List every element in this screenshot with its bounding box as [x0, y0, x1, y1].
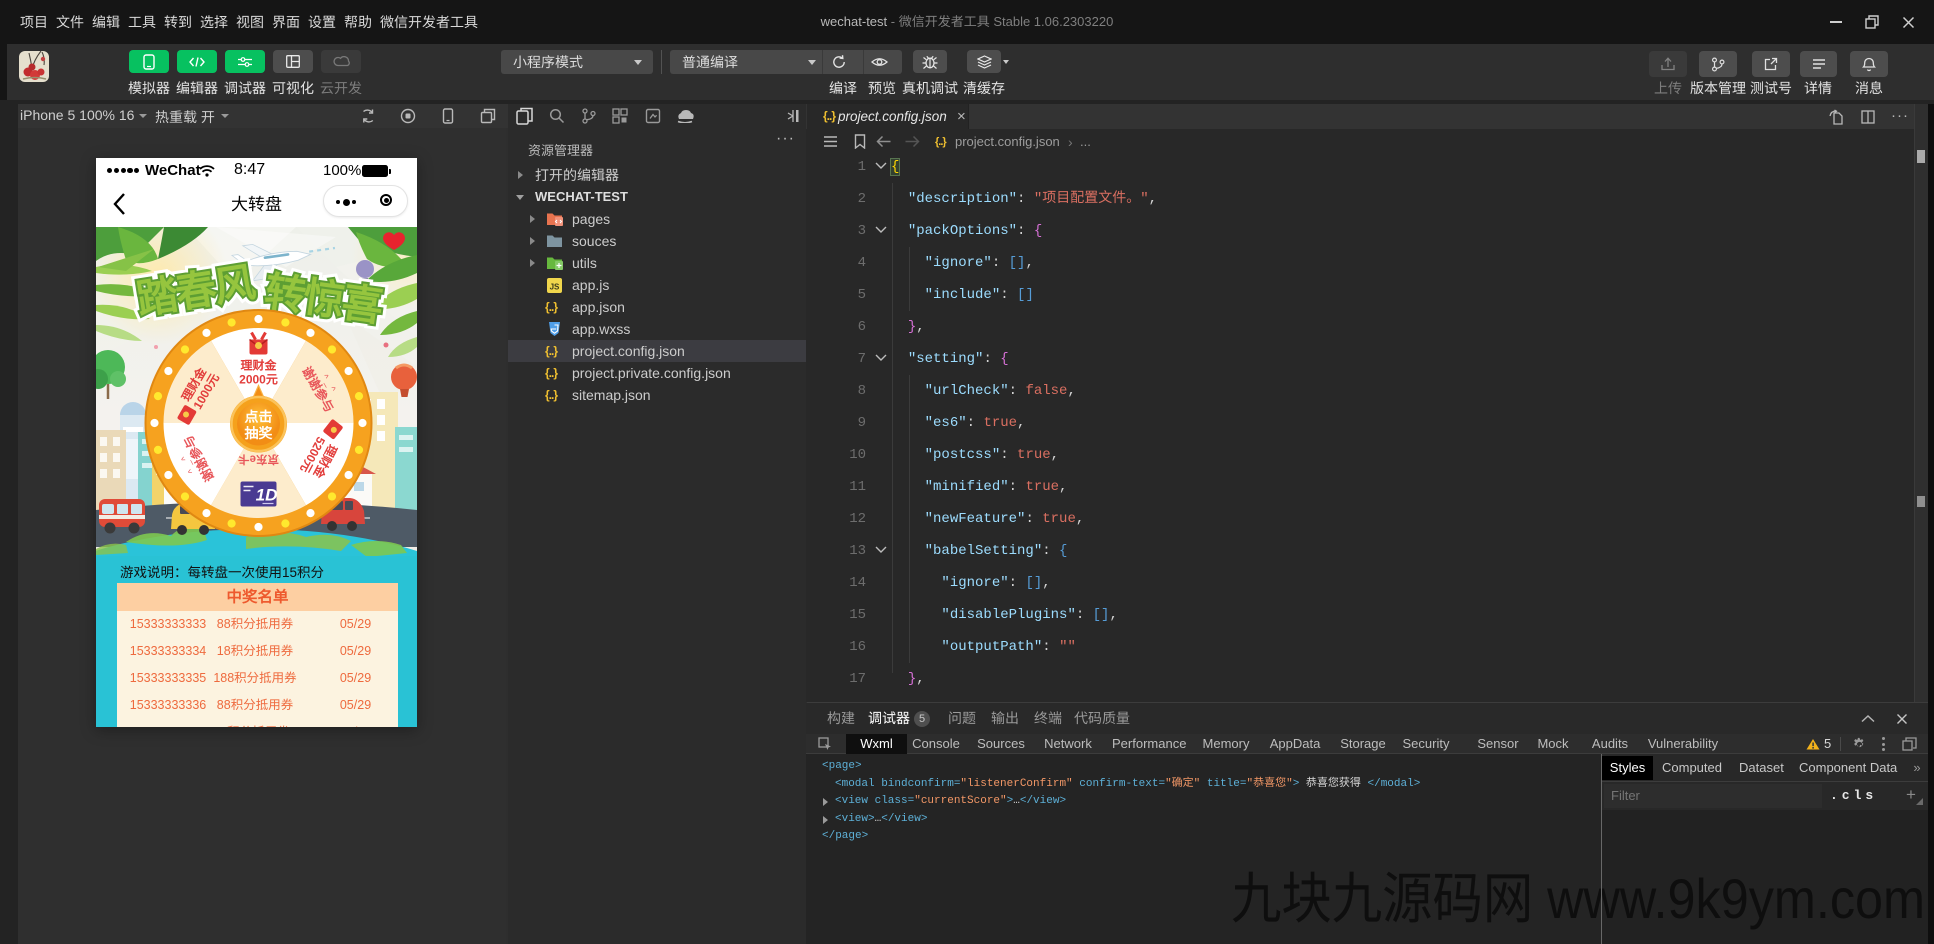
- svg-text:点击: 点击: [245, 409, 273, 425]
- svg-text:1D: 1D: [256, 486, 278, 505]
- svg-text:京东e卡: 京东e卡: [238, 453, 279, 467]
- svg-text:理财金: 理财金: [240, 359, 277, 373]
- svg-text:抽奖: 抽奖: [245, 425, 274, 441]
- svg-text:九块九源码网 www.9k9ym.com: 九块九源码网 www.9k9ym.com: [1231, 867, 1925, 930]
- svg-text:JS: JS: [550, 283, 560, 292]
